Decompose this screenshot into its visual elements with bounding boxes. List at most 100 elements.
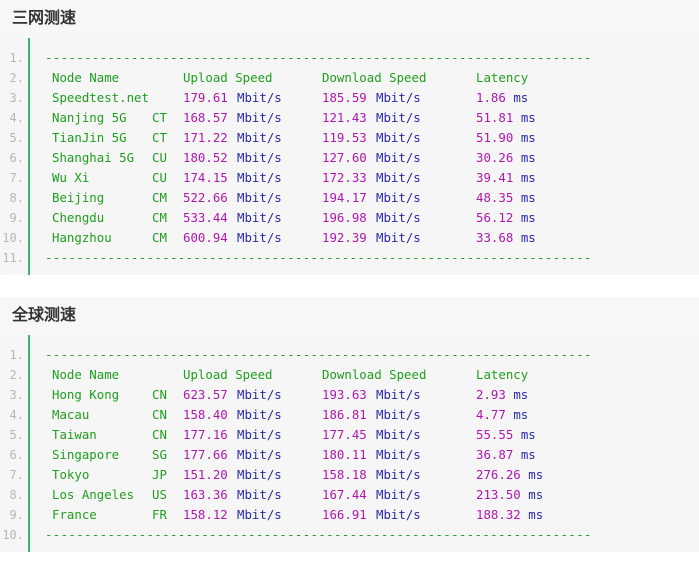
latency-value: 30.26 [476, 150, 514, 165]
upload-unit: Mbit/s [237, 230, 282, 245]
download-unit: Mbit/s [376, 467, 421, 482]
line-number: 5. [9, 428, 24, 442]
isp-code: JP [152, 467, 167, 482]
upload-value: 171.22 [183, 130, 228, 145]
section-title: 三网测速 [0, 0, 699, 38]
code-block: 1. 2. 3. 4. 5. 6. 7. 8. 9. 10. -------------------… [0, 335, 699, 552]
latency-value: 56.12 [476, 210, 514, 225]
isp-code: CM [152, 190, 167, 205]
node-name: Beijing [52, 190, 105, 205]
isp-code: CN [152, 407, 167, 422]
line-number: 3. [9, 388, 24, 402]
header-node-name: Node Name [52, 70, 120, 85]
latency-unit: ms [528, 507, 544, 522]
line-number: 9. [9, 508, 24, 522]
download-unit: Mbit/s [376, 230, 421, 245]
latency-unit: ms [520, 210, 536, 225]
isp-code: CM [152, 230, 167, 245]
latency-unit: ms [520, 110, 536, 125]
line-number: 10. [2, 528, 24, 542]
node-name: Hong Kong [52, 387, 120, 402]
isp-code: CU [152, 170, 167, 185]
upload-unit: Mbit/s [237, 487, 282, 502]
latency-unit: ms [520, 447, 536, 462]
line-number: 8. [9, 191, 24, 205]
upload-value: 174.15 [183, 170, 228, 185]
download-value: 166.91 [322, 507, 367, 522]
line-number: 6. [9, 151, 24, 165]
latency-unit: ms [520, 130, 536, 145]
line-number-gutter: 1. 2. 3. 4. 5. 6. 7. 8. 9. 10. 11. [0, 38, 30, 275]
node-name: Hangzhou [52, 230, 112, 245]
line-number: 2. [9, 368, 24, 382]
download-unit: Mbit/s [376, 110, 421, 125]
header-download-speed: Download Speed [322, 70, 427, 85]
download-value: 127.60 [322, 150, 367, 165]
latency-value: 2.93 [476, 387, 506, 402]
header-node-name: Node Name [52, 367, 120, 382]
upload-unit: Mbit/s [237, 170, 282, 185]
header-upload-speed: Upload Speed [183, 367, 273, 382]
download-unit: Mbit/s [376, 90, 421, 105]
latency-value: 55.55 [476, 427, 514, 442]
node-name: Macau [52, 407, 90, 422]
latency-value: 51.81 [476, 110, 514, 125]
latency-value: 213.50 [476, 487, 521, 502]
download-unit: Mbit/s [376, 447, 421, 462]
line-number: 7. [9, 468, 24, 482]
isp-code: CN [152, 387, 167, 402]
section-title: 全球测速 [0, 297, 699, 335]
node-name: Taiwan [52, 427, 97, 442]
upload-unit: Mbit/s [237, 427, 282, 442]
latency-value: 188.32 [476, 507, 521, 522]
download-value: 158.18 [322, 467, 367, 482]
upload-unit: Mbit/s [237, 190, 282, 205]
latency-unit: ms [528, 487, 544, 502]
download-value: 186.81 [322, 407, 367, 422]
upload-unit: Mbit/s [237, 150, 282, 165]
upload-unit: Mbit/s [237, 387, 282, 402]
download-unit: Mbit/s [376, 170, 421, 185]
download-unit: Mbit/s [376, 507, 421, 522]
code-content: ----------------------------------------… [45, 38, 699, 275]
isp-code: CU [152, 150, 167, 165]
latency-unit: ms [520, 230, 536, 245]
latency-value: 36.87 [476, 447, 514, 462]
line-number: 4. [9, 111, 24, 125]
upload-value: 522.66 [183, 190, 228, 205]
latency-unit: ms [513, 387, 529, 402]
line-number: 5. [9, 131, 24, 145]
node-name: Chengdu [52, 210, 105, 225]
latency-unit: ms [513, 90, 529, 105]
download-unit: Mbit/s [376, 130, 421, 145]
node-name: Nanjing 5G [52, 110, 127, 125]
line-number: 9. [9, 211, 24, 225]
header-latency: Latency [476, 70, 529, 85]
download-unit: Mbit/s [376, 427, 421, 442]
latency-value: 33.68 [476, 230, 514, 245]
header-latency: Latency [476, 367, 529, 382]
upload-unit: Mbit/s [237, 407, 282, 422]
download-value: 193.63 [322, 387, 367, 402]
isp-code: CN [152, 427, 167, 442]
download-value: 180.11 [322, 447, 367, 462]
code-content: ----------------------------------------… [45, 335, 699, 552]
isp-code: US [152, 487, 167, 502]
latency-value: 276.26 [476, 467, 521, 482]
download-value: 196.98 [322, 210, 367, 225]
latency-unit: ms [513, 407, 529, 422]
download-value: 121.43 [322, 110, 367, 125]
latency-unit: ms [528, 467, 544, 482]
latency-value: 4.77 [476, 407, 506, 422]
node-name: Shanghai 5G [52, 150, 135, 165]
upload-value: 623.57 [183, 387, 228, 402]
download-value: 119.53 [322, 130, 367, 145]
upload-value: 600.94 [183, 230, 228, 245]
line-number: 6. [9, 448, 24, 462]
upload-unit: Mbit/s [237, 210, 282, 225]
download-value: 177.45 [322, 427, 367, 442]
upload-value: 177.66 [183, 447, 228, 462]
isp-code: FR [152, 507, 167, 522]
download-value: 172.33 [322, 170, 367, 185]
upload-value: 158.12 [183, 507, 228, 522]
